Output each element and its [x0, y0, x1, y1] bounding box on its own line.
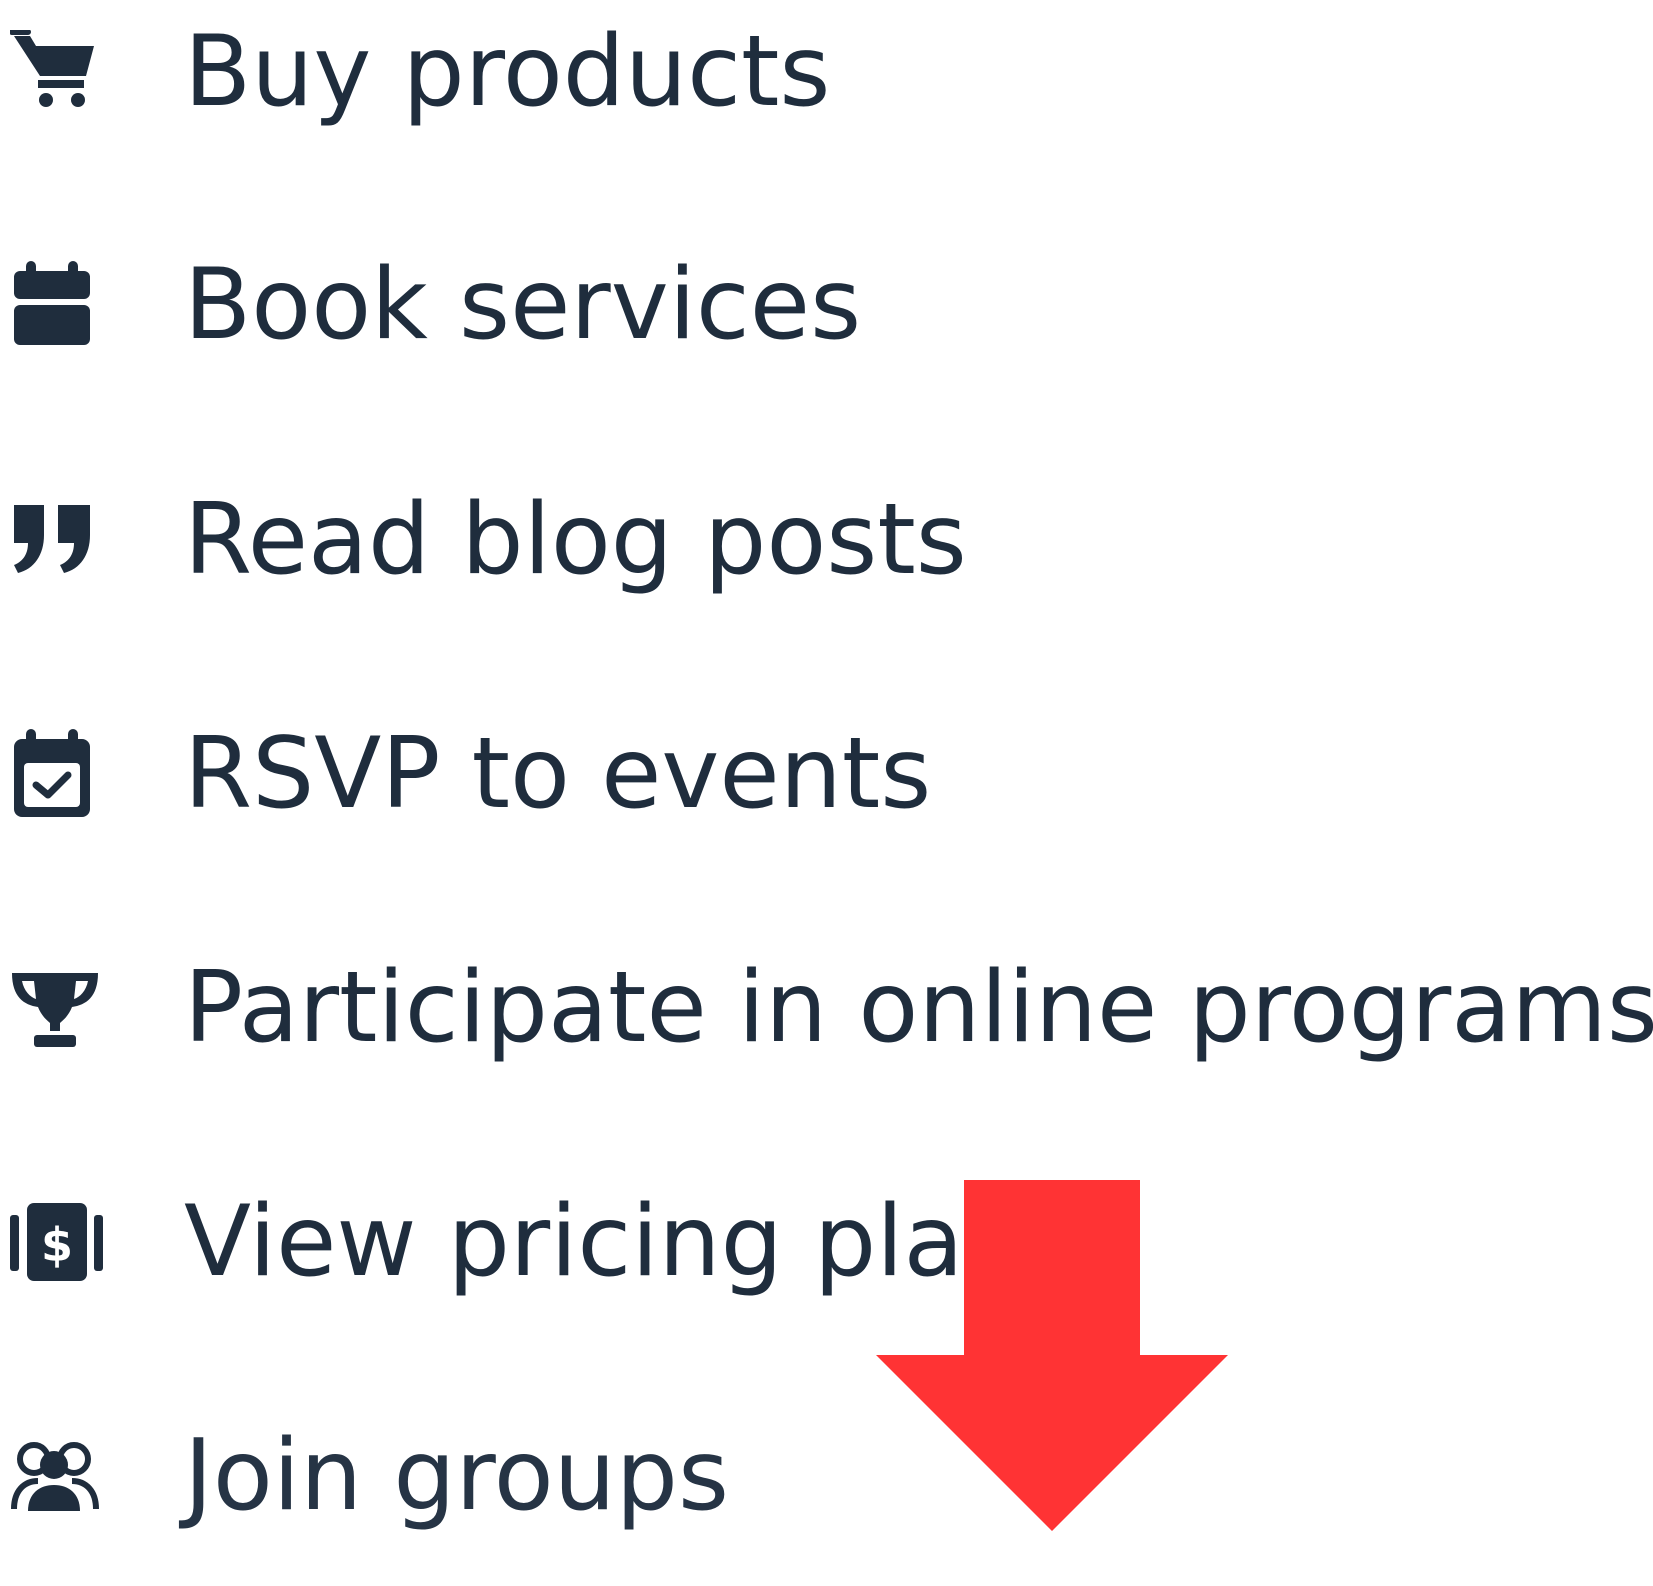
calendar-check-icon	[10, 724, 106, 824]
feature-label: Join groups	[184, 1419, 730, 1533]
feature-item-view-pricing-plans[interactable]: $ View pricing pla	[0, 1192, 1653, 1352]
feature-label: Buy products	[184, 15, 831, 129]
feature-list: Buy products Book services Read blog pos…	[0, 0, 1653, 1531]
feature-item-buy-products[interactable]: Buy products	[0, 22, 1653, 182]
feature-label: Book services	[184, 248, 862, 362]
trophy-icon	[10, 958, 106, 1058]
feature-item-book-services[interactable]: Book services	[0, 255, 1653, 415]
feature-label: Participate in online programs	[184, 951, 1653, 1065]
feature-item-participate-in-online-programs[interactable]: Participate in online programs	[0, 958, 1653, 1118]
feature-item-read-blog-posts[interactable]: Read blog posts	[0, 490, 1653, 650]
feature-item-join-groups[interactable]: Join groups	[0, 1426, 1653, 1586]
quote-icon	[10, 490, 106, 590]
feature-label: RSVP to events	[184, 717, 932, 831]
svg-text:$: $	[41, 1218, 73, 1272]
feature-label: View pricing pla	[184, 1185, 964, 1299]
pricing-plan-icon: $	[10, 1192, 106, 1292]
feature-label: Read blog posts	[184, 483, 967, 597]
feature-item-rsvp-to-events[interactable]: RSVP to events	[0, 724, 1653, 884]
cart-icon	[10, 22, 106, 122]
groups-icon	[10, 1426, 106, 1526]
calendar-icon	[10, 255, 106, 355]
